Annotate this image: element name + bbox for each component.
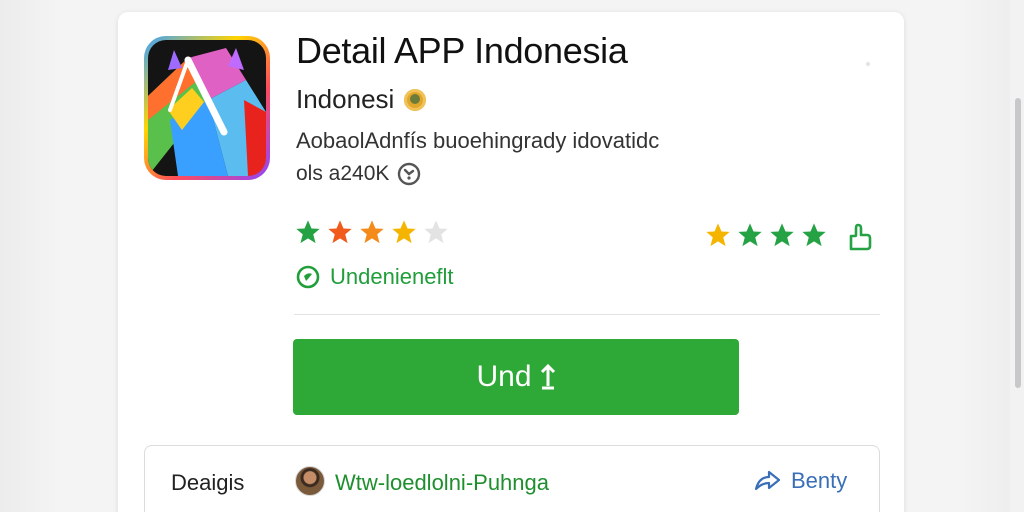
rating-stars[interactable] <box>294 218 450 246</box>
star-empty-icon <box>424 220 448 244</box>
developer-link[interactable]: Wtw-loedlolni-Puhnga <box>335 470 549 496</box>
star-icon <box>296 220 320 244</box>
star-icon <box>392 220 416 244</box>
install-button-label: Und <box>476 360 532 393</box>
star-icon <box>706 223 730 247</box>
app-meta-row: ols a240K <box>296 162 421 186</box>
coin-badge-icon <box>404 88 427 111</box>
download-icon <box>540 364 555 390</box>
developer-row[interactable]: Indonesi <box>296 84 427 115</box>
developer-name[interactable]: Indonesi <box>296 84 394 115</box>
app-detail-card: Detail APP Indonesia Indonesi AobaolAdnf… <box>118 12 904 512</box>
clock-icon <box>398 162 421 186</box>
thumbs-up-icon[interactable] <box>846 222 872 252</box>
details-label: Deaigis <box>171 470 245 495</box>
verified-check-icon <box>296 265 320 289</box>
star-icon <box>738 223 762 247</box>
decorative-dot <box>866 62 870 66</box>
star-icon <box>360 220 384 244</box>
developer-avatar <box>295 466 325 496</box>
star-icon <box>328 220 352 244</box>
scrollbar-thumb[interactable] <box>1015 98 1021 388</box>
details-panel: Deaigis Wtw-loedlolni-Puhnga Benty <box>144 445 880 512</box>
install-button[interactable]: Und <box>293 339 739 415</box>
app-logo-icon <box>144 36 270 180</box>
app-meta-text: ols a240K <box>296 162 390 185</box>
share-button[interactable]: Benty <box>753 468 847 494</box>
star-icon <box>770 223 794 247</box>
user-rating-stars[interactable] <box>704 221 828 249</box>
section-divider <box>294 314 880 315</box>
vertical-scrollbar[interactable] <box>1010 0 1024 512</box>
share-icon <box>754 470 781 491</box>
app-detail-page: Detail APP Indonesia Indonesi AobaolAdnf… <box>0 0 1024 512</box>
star-icon <box>802 223 826 247</box>
app-description: AobaolAdnfís buoehingrady idovatidc <box>296 128 660 153</box>
app-title: Detail APP Indonesia <box>296 30 628 71</box>
share-label: Benty <box>791 468 848 493</box>
verified-row: Undenieneflt <box>296 264 454 290</box>
verified-label: Undenieneflt <box>330 264 454 289</box>
